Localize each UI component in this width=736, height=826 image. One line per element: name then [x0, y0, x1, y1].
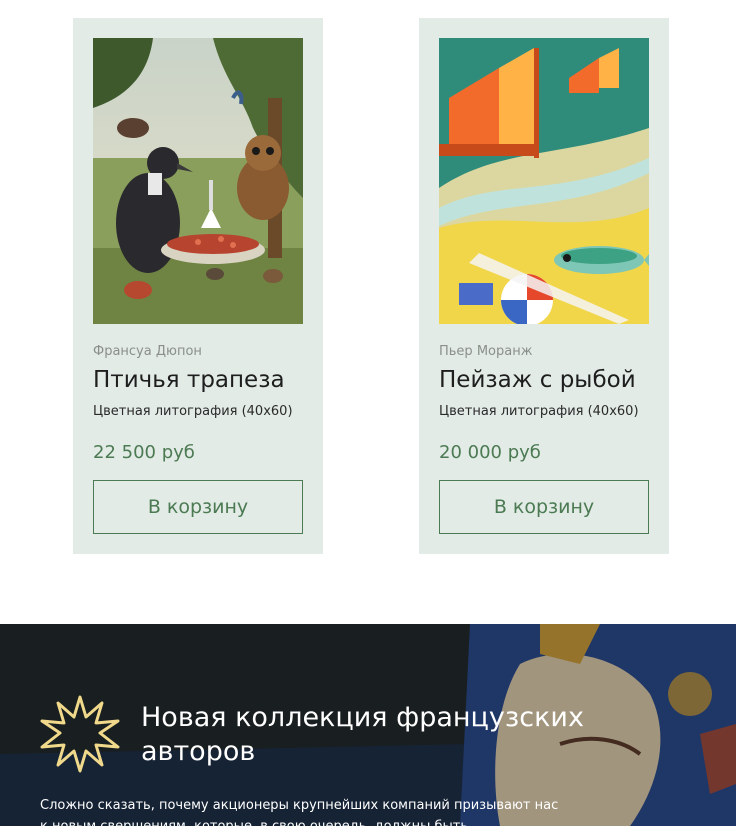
- artist-name: Франсуа Дюпон: [93, 344, 202, 359]
- add-to-cart-button[interactable]: В корзину: [439, 480, 649, 534]
- collection-banner: Новая коллекция французских авторов Слож…: [0, 624, 736, 826]
- product-price: 22 500 руб: [93, 442, 195, 463]
- star-icon: [40, 695, 120, 773]
- product-spec: Цветная литография (40x60): [439, 404, 639, 419]
- banner-title: Новая коллекция французских авторов: [141, 702, 584, 767]
- product-card: Пьер Моранж Пейзаж с рыбой Цветная литог…: [419, 18, 669, 554]
- add-to-cart-button[interactable]: В корзину: [93, 480, 303, 534]
- artist-name: Пьер Моранж: [439, 344, 533, 359]
- product-spec: Цветная литография (40x60): [93, 404, 293, 419]
- product-title[interactable]: Птичья трапеза: [93, 367, 285, 393]
- birds-feast-illustration: [93, 38, 303, 324]
- product-price: 20 000 руб: [439, 442, 541, 463]
- product-image[interactable]: [93, 38, 303, 324]
- product-image[interactable]: [439, 38, 649, 324]
- banner-text: Сложно сказать, почему акционеры крупней…: [40, 798, 559, 826]
- product-card: Франсуа Дюпон Птичья трапеза Цветная лит…: [73, 18, 323, 554]
- product-title[interactable]: Пейзаж с рыбой: [439, 367, 636, 393]
- landscape-with-fish-illustration: [439, 38, 649, 324]
